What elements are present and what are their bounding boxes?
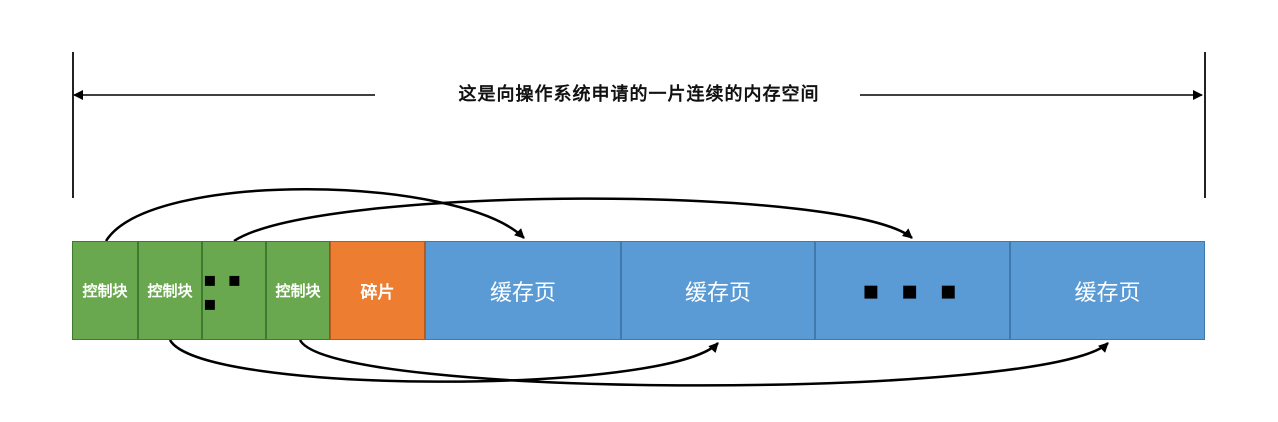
- fragment-block: 碎片: [330, 241, 425, 340]
- fragment-block-label: 碎片: [360, 283, 395, 303]
- cache-page-1-label: 缓存页: [489, 280, 556, 306]
- cache-page-ellipsis-dots: ▪ ▪ ▪: [862, 275, 963, 306]
- control-block-2: 控制块: [138, 241, 202, 340]
- cache-page-1: 缓存页: [425, 241, 621, 340]
- memory-diagram: 这是向操作系统申请的一片连续的内存空间 控制块 控制块 ▪ ▪ ▪ 控制块 碎片…: [0, 0, 1278, 422]
- control-block-ellipsis: ▪ ▪ ▪: [202, 241, 266, 340]
- cache-page-ellipsis: ▪ ▪ ▪: [815, 241, 1010, 340]
- control-block-3-label: 控制块: [275, 282, 321, 300]
- cache-page-3-label: 缓存页: [1074, 280, 1141, 306]
- control-block-2-label: 控制块: [147, 282, 193, 300]
- memory-span-label: 这是向操作系统申请的一片连续的内存空间: [0, 80, 1278, 106]
- control-block-ellipsis-dots: ▪ ▪ ▪: [203, 266, 244, 315]
- cache-page-3: 缓存页: [1010, 241, 1205, 340]
- pointer-arrow-ctrl1-to-page1: [104, 188, 525, 242]
- pointer-arrow-ctrl3-to-page3: [298, 339, 1109, 387]
- cache-page-2-label: 缓存页: [684, 280, 751, 306]
- control-block-1-label: 控制块: [82, 282, 128, 300]
- control-block-1: 控制块: [72, 241, 138, 340]
- connector-layer: [73, 90, 1203, 387]
- memory-span-label-text: 这是向操作系统申请的一片连续的内存空间: [444, 84, 834, 105]
- cache-page-2: 缓存页: [621, 241, 815, 340]
- control-block-3: 控制块: [266, 241, 330, 340]
- pointer-arrow-ctrldots-to-page-dots: [233, 197, 913, 243]
